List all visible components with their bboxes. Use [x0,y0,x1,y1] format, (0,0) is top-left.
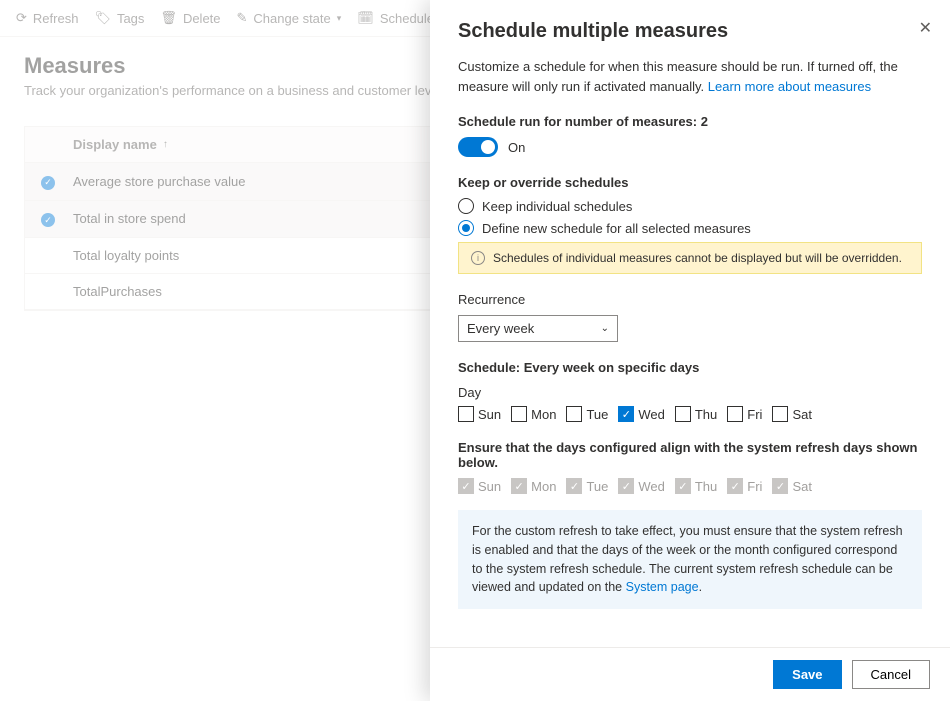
system-refresh-info: For the custom refresh to take effect, y… [458,510,922,609]
radio-keep-individual[interactable] [458,198,474,214]
panel-footer: Save Cancel [430,647,950,701]
panel-description: Customize a schedule for when this measu… [458,57,922,96]
refresh-day-wed: ✓ [618,478,634,494]
day-label: Mon [531,407,556,422]
day-label: Tue [586,407,608,422]
day-checkbox-mon[interactable] [511,406,527,422]
save-button[interactable]: Save [773,660,841,689]
recurrence-label: Recurrence [458,292,922,307]
schedule-toggle[interactable] [458,137,498,157]
refresh-day-sat: ✓ [772,478,788,494]
day-label: Sat [792,407,812,422]
keep-override-label: Keep or override schedules [458,175,922,190]
close-icon[interactable]: ✕ [919,18,932,38]
day-checkbox-sun[interactable] [458,406,474,422]
day-label: Wed [638,407,665,422]
recurrence-select[interactable]: Every week ⌄ [458,315,618,342]
learn-more-link[interactable]: Learn more about measures [708,79,871,94]
cancel-button[interactable]: Cancel [852,660,930,689]
day-checkbox-wed[interactable]: ✓ [618,406,634,422]
radio-define-new[interactable] [458,220,474,236]
day-label: Fri [747,407,762,422]
info-icon: i [471,251,485,265]
day-label: Fri [747,479,762,494]
schedule-detail-label: Schedule: Every week on specific days [458,360,922,375]
system-page-link[interactable]: System page [626,580,699,594]
ensure-label: Ensure that the days configured align wi… [458,440,922,470]
warning-text: Schedules of individual measures cannot … [493,251,902,265]
day-label: Wed [638,479,665,494]
recurrence-value: Every week [467,321,534,336]
refresh-day-sun: ✓ [458,478,474,494]
refresh-day-tue: ✓ [566,478,582,494]
day-label: Thu [695,407,717,422]
radio-keep-label: Keep individual schedules [482,199,632,214]
refresh-day-fri: ✓ [727,478,743,494]
day-checkbox-fri[interactable] [727,406,743,422]
day-label: Mon [531,479,556,494]
override-warning: i Schedules of individual measures cannot… [458,242,922,274]
toggle-state-label: On [508,140,525,155]
day-label: Sun [478,407,501,422]
radio-define-label: Define new schedule for all selected mea… [482,221,751,236]
day-label: Tue [586,479,608,494]
day-label: Thu [695,479,717,494]
day-checkbox-sat[interactable] [772,406,788,422]
schedule-panel: ✕ Schedule multiple measures Customize a… [430,0,950,701]
day-label: Day [458,385,922,400]
day-checkbox-tue[interactable] [566,406,582,422]
day-label: Sun [478,479,501,494]
day-checkbox-thu[interactable] [675,406,691,422]
day-label: Sat [792,479,812,494]
chevron-down-icon: ⌄ [601,323,609,334]
panel-title: Schedule multiple measures [458,20,922,43]
schedule-count-label: Schedule run for number of measures: 2 [458,114,922,129]
refresh-day-thu: ✓ [675,478,691,494]
refresh-day-mon: ✓ [511,478,527,494]
